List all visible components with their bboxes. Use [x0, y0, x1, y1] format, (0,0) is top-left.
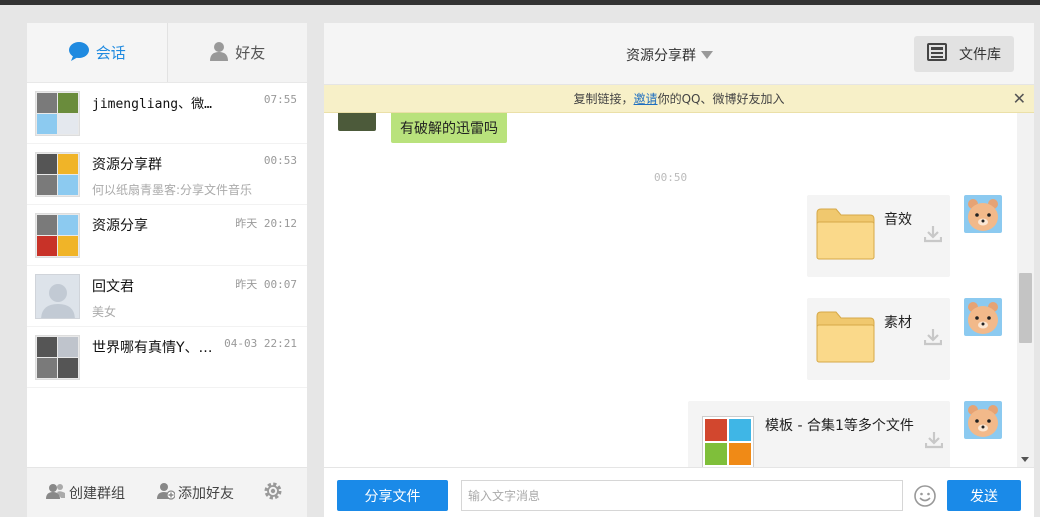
conversation-time: 07:55	[263, 93, 297, 106]
conversation-time: 昨天 00:07	[235, 278, 297, 291]
conversation-item[interactable]: 资源分享 昨天 20:12	[27, 205, 307, 266]
file-name: 模板 - 合集1等多个文件	[765, 418, 914, 434]
scrollbar-thumb[interactable]	[1019, 273, 1032, 343]
chat-panel: 资源分享群 文件库 复制链接， 邀请 你的QQ、微博好友加入 ✕ 有破解的迅雷吗 0…	[324, 23, 1034, 517]
my-avatar	[964, 298, 1002, 336]
conversation-item[interactable]: 回文君 美女 昨天 00:07	[27, 266, 307, 327]
conversation-time: 昨天 20:12	[235, 217, 297, 230]
share-file-label: 分享文件	[364, 488, 421, 505]
emoji-icon[interactable]	[913, 484, 937, 512]
group-title: 资源分享群	[626, 48, 696, 64]
file-bundle-icon	[702, 416, 754, 467]
sidebar-footer: 创建群组 添加好友	[27, 467, 307, 517]
file-message-card[interactable]: 音效	[807, 195, 950, 277]
sender-avatar	[338, 113, 376, 131]
default-avatar	[35, 274, 80, 319]
file-name: 音效	[884, 212, 912, 228]
file-message-card[interactable]: 素材	[807, 298, 950, 380]
create-group-button[interactable]: 创建群组	[46, 483, 125, 503]
gear-icon	[262, 480, 287, 506]
download-icon[interactable]	[924, 431, 944, 453]
conversation-preview: 何以纸扇青墨客:分享文件音乐	[92, 183, 253, 197]
group-title-dropdown[interactable]: 资源分享群	[626, 45, 713, 65]
send-label: 发送	[970, 488, 998, 505]
time-separator: 00:50	[654, 171, 688, 184]
dropdown-triangle-icon	[701, 51, 713, 59]
group-avatar	[35, 152, 80, 197]
file-message-card[interactable]: 模板 - 合集1等多个文件	[688, 401, 950, 467]
chat-bubble-icon	[68, 41, 96, 65]
tab-label: 好友	[235, 44, 266, 62]
conversation-item[interactable]: jimengliang、微… 07:55	[27, 83, 307, 144]
conversation-name: 资源分享	[92, 218, 148, 234]
left-panel: 会话 好友 jimengliang、微… 07:55 资源分享群 何以纸扇青墨客…	[27, 23, 307, 517]
conversation-item[interactable]: 世界哪有真情Y、… 04-03 22:21	[27, 327, 307, 388]
incoming-message-bubble: 有破解的迅雷吗	[391, 113, 507, 143]
my-avatar	[964, 401, 1002, 439]
settings-button[interactable]	[262, 480, 287, 506]
notice-suffix: 你的QQ、微博好友加入	[657, 92, 785, 106]
group-icon	[46, 483, 69, 503]
message-text: 有破解的迅雷吗	[400, 121, 498, 137]
add-person-icon	[157, 482, 178, 504]
conversation-time: 00:53	[263, 154, 297, 167]
message-input[interactable]	[461, 480, 903, 511]
file-cabinet-icon	[927, 43, 959, 65]
chat-header: 资源分享群 文件库	[324, 23, 1034, 85]
conversation-name: 回文君	[92, 279, 134, 295]
download-icon[interactable]	[923, 328, 943, 350]
chat-scrollbar[interactable]	[1017, 113, 1034, 467]
conversation-time: 04-03 22:21	[224, 337, 297, 350]
invite-link[interactable]: 邀请	[634, 90, 658, 107]
chat-input-bar: 分享文件 发送	[324, 467, 1034, 517]
conversation-preview: 美女	[92, 305, 117, 319]
close-icon[interactable]: ✕	[1013, 90, 1026, 108]
message-area: 有破解的迅雷吗 00:50 音效 素材 模板 - 合集1等多个文件	[324, 113, 1016, 467]
conversation-name: 资源分享群	[92, 157, 162, 173]
group-avatar	[35, 91, 80, 136]
sidebar-tabs: 会话 好友	[27, 23, 307, 83]
notice-prefix: 复制链接，	[573, 92, 634, 106]
conversation-item[interactable]: 资源分享群 何以纸扇青墨客:分享文件音乐 00:53	[27, 144, 307, 205]
add-friend-label: 添加好友	[178, 485, 234, 502]
tab-label: 会话	[95, 44, 126, 62]
conversation-name: jimengliang、微…	[92, 97, 212, 112]
create-group-label: 创建群组	[69, 485, 125, 502]
send-button[interactable]: 发送	[947, 480, 1021, 511]
scroll-down-arrow-icon[interactable]	[1021, 457, 1029, 462]
folder-icon	[816, 207, 875, 264]
window-top-bar	[0, 0, 1040, 5]
file-library-button[interactable]: 文件库	[914, 36, 1014, 72]
group-avatar	[35, 335, 80, 380]
tab-friends[interactable]: 好友	[166, 23, 307, 82]
folder-icon	[816, 310, 875, 367]
my-avatar	[964, 195, 1002, 233]
tab-conversations[interactable]: 会话	[27, 23, 167, 82]
share-file-button[interactable]: 分享文件	[337, 480, 448, 511]
file-name: 素材	[884, 315, 912, 331]
file-library-label: 文件库	[959, 47, 1001, 63]
conversation-list: jimengliang、微… 07:55 资源分享群 何以纸扇青墨客:分享文件音…	[27, 83, 307, 467]
invite-notice-bar: 复制链接， 邀请 你的QQ、微博好友加入 ✕	[324, 85, 1034, 113]
download-icon[interactable]	[923, 225, 943, 247]
conversation-name: 世界哪有真情Y、…	[92, 340, 213, 356]
add-friend-button[interactable]: 添加好友	[157, 482, 234, 504]
person-icon	[209, 41, 235, 65]
group-avatar	[35, 213, 80, 258]
